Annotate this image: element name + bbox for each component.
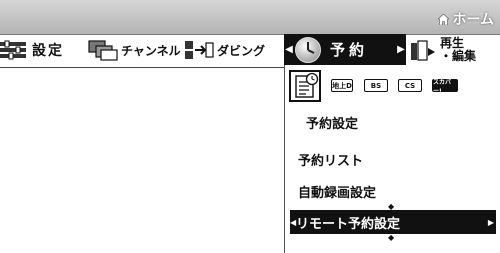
broadcast-chip-cs[interactable]: CS bbox=[398, 79, 422, 92]
menu-right-arrow-icon[interactable]: ▶ bbox=[396, 44, 406, 55]
submenu-title: 予約設定 bbox=[306, 117, 359, 132]
menu-label-settings: 設定 bbox=[32, 43, 64, 59]
playback-label-line2: ・編集 bbox=[440, 49, 477, 63]
menu-label-dubbing: ダビング bbox=[217, 43, 266, 58]
submenu-panel-border bbox=[284, 65, 285, 253]
playback-label-line1: 再生 bbox=[440, 36, 465, 50]
broadcast-chip-terrestrial[interactable]: 地上D bbox=[331, 79, 353, 92]
scroll-down-caret-icon: ◆ bbox=[388, 233, 395, 242]
clock-icon bbox=[295, 36, 321, 63]
dubbing-icon bbox=[185, 41, 214, 59]
submenu-item-label: リモート予約設定 bbox=[296, 216, 401, 232]
submenu-item-reservation-list[interactable]: 予約リスト bbox=[298, 150, 363, 169]
menu-item-reserve-selected[interactable]: ◀ 予約 ▶ bbox=[284, 34, 406, 65]
left-arrow-icon: ◀ bbox=[290, 217, 297, 227]
broadcast-chip-skyperfect[interactable]: スカパー! bbox=[432, 79, 458, 95]
main-menu: 設定 チャンネル ダビング 再生 ・編集 bbox=[0, 35, 500, 65]
menu-label-playback-edit: 再生 ・編集 bbox=[440, 37, 476, 63]
menu-label-reserve: 予約 bbox=[330, 41, 369, 59]
home-label: ホーム bbox=[452, 12, 494, 28]
home-button[interactable]: ホーム bbox=[438, 10, 494, 28]
settings-icon bbox=[0, 40, 26, 60]
tv-menu-screen: ホーム 設定 チャンネル ダビング 再生 ・編集 ◀ 予約 ▶ 地上D BS C… bbox=[0, 0, 500, 253]
menu-item-settings[interactable]: 設定 bbox=[0, 35, 64, 65]
channel-icon bbox=[88, 40, 118, 61]
title-bar: ホーム bbox=[0, 0, 500, 35]
menu-item-channel[interactable]: チャンネル bbox=[88, 35, 181, 65]
menu-label-channel: チャンネル bbox=[121, 43, 181, 58]
broadcast-chip-bs[interactable]: BS bbox=[364, 79, 388, 92]
reserve-settings-icon bbox=[289, 70, 321, 102]
menu-item-playback-edit[interactable]: 再生 ・編集 bbox=[410, 35, 476, 65]
submenu-item-auto-record-settings[interactable]: 自動録画設定 bbox=[298, 182, 376, 201]
content-divider bbox=[0, 67, 284, 68]
menu-item-dubbing[interactable]: ダビング bbox=[184, 35, 265, 65]
menu-left-arrow-icon[interactable]: ◀ bbox=[284, 44, 294, 55]
playback-edit-icon bbox=[411, 40, 435, 61]
submenu-item-remote-reservation-settings[interactable]: ◀ リモート予約設定 ▶ bbox=[290, 210, 496, 234]
home-icon bbox=[438, 13, 450, 25]
right-arrow-icon: ▶ bbox=[487, 217, 494, 227]
